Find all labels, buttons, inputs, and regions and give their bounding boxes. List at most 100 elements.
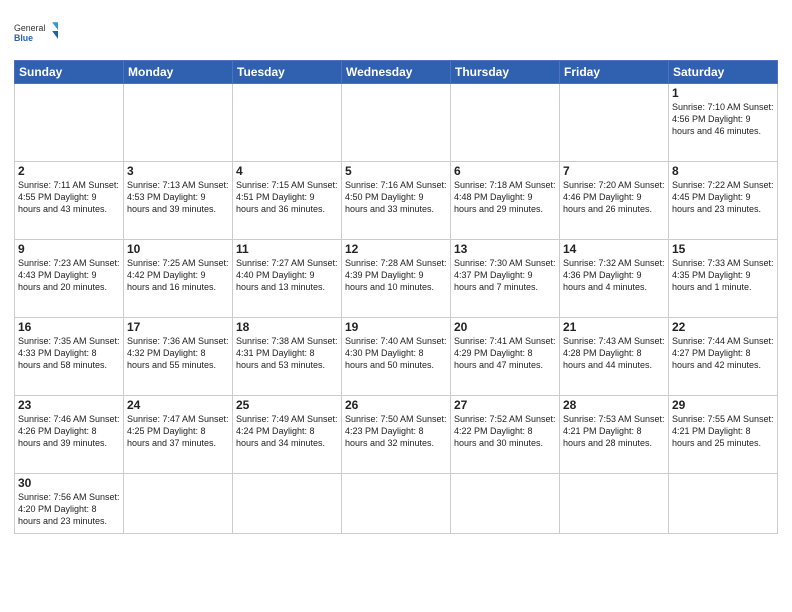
day-info: Sunrise: 7:43 AM Sunset: 4:28 PM Dayligh… [563,335,665,371]
weekday-header-sunday: Sunday [15,61,124,84]
svg-text:Blue: Blue [14,33,33,43]
calendar-cell [560,474,669,534]
calendar-cell: 1Sunrise: 7:10 AM Sunset: 4:56 PM Daylig… [669,84,778,162]
calendar-cell: 24Sunrise: 7:47 AM Sunset: 4:25 PM Dayli… [124,396,233,474]
calendar-week-row: 2Sunrise: 7:11 AM Sunset: 4:55 PM Daylig… [15,162,778,240]
day-info: Sunrise: 7:10 AM Sunset: 4:56 PM Dayligh… [672,101,774,137]
day-info: Sunrise: 7:13 AM Sunset: 4:53 PM Dayligh… [127,179,229,215]
day-number: 28 [563,398,665,412]
day-number: 8 [672,164,774,178]
day-number: 4 [236,164,338,178]
day-number: 23 [18,398,120,412]
calendar-cell: 25Sunrise: 7:49 AM Sunset: 4:24 PM Dayli… [233,396,342,474]
calendar-cell: 16Sunrise: 7:35 AM Sunset: 4:33 PM Dayli… [15,318,124,396]
day-number: 29 [672,398,774,412]
day-number: 21 [563,320,665,334]
calendar-cell: 10Sunrise: 7:25 AM Sunset: 4:42 PM Dayli… [124,240,233,318]
calendar-cell [451,474,560,534]
calendar-week-row: 1Sunrise: 7:10 AM Sunset: 4:56 PM Daylig… [15,84,778,162]
day-number: 25 [236,398,338,412]
calendar-cell: 26Sunrise: 7:50 AM Sunset: 4:23 PM Dayli… [342,396,451,474]
calendar-cell [451,84,560,162]
calendar-cell [124,474,233,534]
day-number: 14 [563,242,665,256]
day-info: Sunrise: 7:15 AM Sunset: 4:51 PM Dayligh… [236,179,338,215]
calendar-cell: 8Sunrise: 7:22 AM Sunset: 4:45 PM Daylig… [669,162,778,240]
day-number: 7 [563,164,665,178]
calendar-cell: 2Sunrise: 7:11 AM Sunset: 4:55 PM Daylig… [15,162,124,240]
day-info: Sunrise: 7:46 AM Sunset: 4:26 PM Dayligh… [18,413,120,449]
calendar-week-row: 9Sunrise: 7:23 AM Sunset: 4:43 PM Daylig… [15,240,778,318]
day-number: 16 [18,320,120,334]
weekday-header-wednesday: Wednesday [342,61,451,84]
day-info: Sunrise: 7:16 AM Sunset: 4:50 PM Dayligh… [345,179,447,215]
weekday-header-saturday: Saturday [669,61,778,84]
day-number: 2 [18,164,120,178]
calendar-cell: 14Sunrise: 7:32 AM Sunset: 4:36 PM Dayli… [560,240,669,318]
weekday-header-monday: Monday [124,61,233,84]
day-number: 20 [454,320,556,334]
calendar-cell: 4Sunrise: 7:15 AM Sunset: 4:51 PM Daylig… [233,162,342,240]
calendar-cell [15,84,124,162]
weekday-header-friday: Friday [560,61,669,84]
day-info: Sunrise: 7:44 AM Sunset: 4:27 PM Dayligh… [672,335,774,371]
calendar-table: SundayMondayTuesdayWednesdayThursdayFrid… [14,60,778,534]
calendar-cell: 13Sunrise: 7:30 AM Sunset: 4:37 PM Dayli… [451,240,560,318]
calendar-cell: 27Sunrise: 7:52 AM Sunset: 4:22 PM Dayli… [451,396,560,474]
calendar-cell: 3Sunrise: 7:13 AM Sunset: 4:53 PM Daylig… [124,162,233,240]
weekday-header-row: SundayMondayTuesdayWednesdayThursdayFrid… [15,61,778,84]
day-number: 19 [345,320,447,334]
day-info: Sunrise: 7:49 AM Sunset: 4:24 PM Dayligh… [236,413,338,449]
day-info: Sunrise: 7:30 AM Sunset: 4:37 PM Dayligh… [454,257,556,293]
calendar-cell [342,474,451,534]
calendar-cell [233,84,342,162]
day-number: 5 [345,164,447,178]
calendar-week-row: 23Sunrise: 7:46 AM Sunset: 4:26 PM Dayli… [15,396,778,474]
day-number: 11 [236,242,338,256]
day-info: Sunrise: 7:55 AM Sunset: 4:21 PM Dayligh… [672,413,774,449]
calendar-week-row: 16Sunrise: 7:35 AM Sunset: 4:33 PM Dayli… [15,318,778,396]
calendar-cell: 29Sunrise: 7:55 AM Sunset: 4:21 PM Dayli… [669,396,778,474]
page: General Blue SundayMondayTuesdayWednesda… [0,0,792,612]
calendar-cell: 20Sunrise: 7:41 AM Sunset: 4:29 PM Dayli… [451,318,560,396]
day-info: Sunrise: 7:35 AM Sunset: 4:33 PM Dayligh… [18,335,120,371]
calendar-cell [669,474,778,534]
day-number: 26 [345,398,447,412]
day-number: 30 [18,476,120,490]
calendar-cell: 7Sunrise: 7:20 AM Sunset: 4:46 PM Daylig… [560,162,669,240]
day-number: 6 [454,164,556,178]
day-info: Sunrise: 7:11 AM Sunset: 4:55 PM Dayligh… [18,179,120,215]
day-info: Sunrise: 7:25 AM Sunset: 4:42 PM Dayligh… [127,257,229,293]
day-number: 17 [127,320,229,334]
day-number: 10 [127,242,229,256]
day-info: Sunrise: 7:56 AM Sunset: 4:20 PM Dayligh… [18,491,120,527]
day-number: 27 [454,398,556,412]
day-info: Sunrise: 7:52 AM Sunset: 4:22 PM Dayligh… [454,413,556,449]
day-info: Sunrise: 7:53 AM Sunset: 4:21 PM Dayligh… [563,413,665,449]
calendar-cell: 17Sunrise: 7:36 AM Sunset: 4:32 PM Dayli… [124,318,233,396]
calendar-cell [233,474,342,534]
header: General Blue [14,10,778,54]
calendar-week-row: 30Sunrise: 7:56 AM Sunset: 4:20 PM Dayli… [15,474,778,534]
day-number: 3 [127,164,229,178]
day-info: Sunrise: 7:32 AM Sunset: 4:36 PM Dayligh… [563,257,665,293]
day-info: Sunrise: 7:33 AM Sunset: 4:35 PM Dayligh… [672,257,774,293]
day-info: Sunrise: 7:38 AM Sunset: 4:31 PM Dayligh… [236,335,338,371]
calendar-cell: 19Sunrise: 7:40 AM Sunset: 4:30 PM Dayli… [342,318,451,396]
calendar-cell: 18Sunrise: 7:38 AM Sunset: 4:31 PM Dayli… [233,318,342,396]
day-number: 24 [127,398,229,412]
day-number: 22 [672,320,774,334]
day-number: 12 [345,242,447,256]
calendar-cell: 21Sunrise: 7:43 AM Sunset: 4:28 PM Dayli… [560,318,669,396]
day-info: Sunrise: 7:40 AM Sunset: 4:30 PM Dayligh… [345,335,447,371]
logo: General Blue [14,10,58,54]
calendar-cell: 6Sunrise: 7:18 AM Sunset: 4:48 PM Daylig… [451,162,560,240]
logo-svg: General Blue [14,10,58,54]
calendar-cell: 12Sunrise: 7:28 AM Sunset: 4:39 PM Dayli… [342,240,451,318]
day-info: Sunrise: 7:27 AM Sunset: 4:40 PM Dayligh… [236,257,338,293]
calendar-cell [560,84,669,162]
calendar-cell: 23Sunrise: 7:46 AM Sunset: 4:26 PM Dayli… [15,396,124,474]
calendar-cell: 15Sunrise: 7:33 AM Sunset: 4:35 PM Dayli… [669,240,778,318]
day-number: 18 [236,320,338,334]
day-info: Sunrise: 7:50 AM Sunset: 4:23 PM Dayligh… [345,413,447,449]
